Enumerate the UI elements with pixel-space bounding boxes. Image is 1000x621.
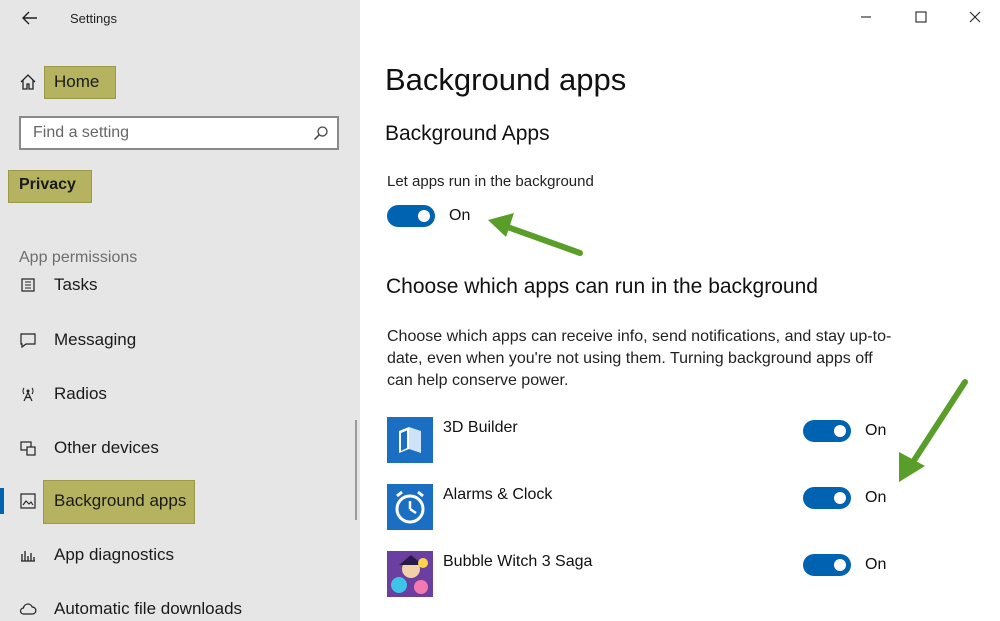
app-row-3d-builder: 3D Builder On — [387, 417, 947, 465]
app-toggle-3d-builder[interactable] — [803, 420, 851, 442]
section-description: Choose which apps can receive info, send… — [387, 328, 892, 389]
home-icon — [18, 72, 38, 92]
sidebar-item-messaging[interactable]: Messaging — [0, 320, 360, 360]
sidebar-item-label: Other devices — [54, 438, 159, 457]
sidebar-item-app-diagnostics[interactable]: App diagnostics — [0, 535, 360, 575]
sidebar-item-background-apps[interactable]: Background apps — [0, 481, 360, 521]
sidebar-item-label: App diagnostics — [54, 545, 175, 564]
messaging-icon — [18, 330, 38, 350]
sidebar-item-tasks[interactable]: Tasks — [0, 267, 360, 303]
let-apps-run-toggle[interactable] — [387, 205, 435, 227]
app-toggle-bubble-witch[interactable] — [803, 554, 851, 576]
page-title: Background apps — [385, 62, 627, 97]
close-button[interactable] — [963, 6, 987, 28]
sidebar-item-label: Background apps — [54, 491, 187, 510]
sidebar-scrollbar[interactable] — [355, 420, 357, 520]
search-input[interactable] — [21, 118, 313, 148]
search-icon — [313, 126, 328, 141]
annotation-arrow-icon — [488, 213, 583, 256]
app-row-bubble-witch: Bubble Witch 3 Saga On — [387, 551, 947, 599]
annotation-arrow-icon — [899, 379, 968, 482]
title-bar: Settings — [0, 0, 360, 38]
tasks-icon — [18, 275, 38, 295]
app-name: Alarms & Clock — [443, 486, 553, 503]
section-label-app-permissions: App permissions — [19, 249, 138, 266]
back-arrow-icon — [22, 11, 37, 25]
other-devices-icon — [18, 438, 38, 458]
search-box[interactable] — [19, 116, 339, 150]
sidebar-item-radios[interactable]: Radios — [0, 374, 360, 414]
sidebar-item-label: Radios — [54, 384, 107, 403]
radios-icon — [18, 384, 38, 404]
main-pane: Background apps Background Apps Let apps… — [360, 0, 1000, 621]
close-icon — [969, 11, 981, 23]
app-name: Bubble Witch 3 Saga — [443, 553, 593, 570]
sidebar-item-home[interactable]: Home — [0, 62, 360, 102]
sidebar-home-label: Home — [54, 72, 100, 91]
minimize-button[interactable] — [854, 6, 878, 28]
let-apps-run-label: Let apps run in the background — [387, 173, 594, 190]
app-name: 3D Builder — [443, 419, 518, 436]
maximize-button[interactable] — [909, 6, 933, 28]
sidebar-item-label: Messaging — [54, 330, 137, 349]
minimize-icon — [861, 16, 871, 18]
background-apps-icon — [18, 491, 38, 511]
section-title-choose-apps: Choose which apps can run in the backgro… — [386, 275, 818, 298]
app-diagnostics-icon — [18, 545, 38, 565]
let-apps-run-state: On — [449, 207, 471, 224]
alarm-clock-icon — [387, 484, 433, 530]
sidebar-item-label: Automatic file downloads — [54, 599, 243, 618]
sidebar-item-other-devices[interactable]: Other devices — [0, 428, 360, 468]
app-row-alarms-clock: Alarms & Clock On — [387, 484, 947, 532]
3d-builder-icon — [387, 417, 433, 463]
sidebar-item-label: Tasks — [54, 275, 98, 294]
app-toggle-state: On — [865, 556, 887, 573]
sidebar-item-automatic-file-downloads[interactable]: Automatic file downloads — [0, 589, 360, 621]
category-label: Privacy — [19, 176, 76, 193]
window-title: Settings — [70, 11, 117, 26]
section-title-background-apps: Background Apps — [385, 122, 550, 145]
app-toggle-state: On — [865, 422, 887, 439]
bubble-witch-icon — [387, 551, 433, 597]
sidebar: Settings Home Privacy App permissions — [0, 0, 360, 621]
back-button[interactable] — [18, 8, 42, 28]
cloud-icon — [18, 599, 38, 619]
maximize-icon — [915, 11, 927, 23]
app-toggle-state: On — [865, 489, 887, 506]
app-toggle-alarms-clock[interactable] — [803, 487, 851, 509]
